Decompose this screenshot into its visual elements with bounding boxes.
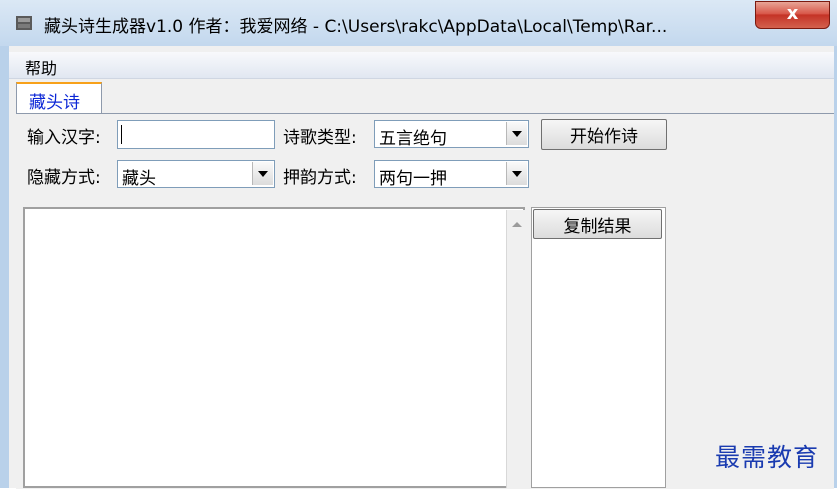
result-scrollbar[interactable]	[506, 210, 527, 488]
scroll-up-icon[interactable]	[512, 222, 522, 227]
app-icon	[16, 16, 32, 30]
hide-mode-value: 藏头	[122, 169, 156, 189]
close-icon: x	[786, 3, 799, 24]
hanzi-input[interactable]	[117, 120, 275, 149]
close-button[interactable]: x	[755, 1, 830, 29]
copy-result-button[interactable]: 复制结果	[533, 209, 662, 239]
side-panel	[531, 207, 666, 488]
watermark-text: 最需教育	[715, 443, 820, 472]
menu-bar: 帮助	[9, 52, 834, 79]
tab-label: 藏头诗	[29, 93, 80, 113]
hide-mode-label: 隐藏方式:	[27, 168, 101, 188]
chevron-down-icon[interactable]	[506, 162, 527, 185]
text-caret	[121, 125, 122, 144]
copy-result-label: 复制结果	[563, 217, 632, 237]
poem-type-select[interactable]: 五言绝句	[374, 120, 529, 149]
window-title: 藏头诗生成器v1.0 作者：我爱网络 - C:\Users\rakc\AppDa…	[44, 17, 668, 37]
hide-mode-select[interactable]: 藏头	[117, 160, 275, 189]
rhyme-label: 押韵方式:	[283, 168, 357, 188]
input-label: 输入汉字:	[27, 128, 101, 148]
title-bar[interactable]: 藏头诗生成器v1.0 作者：我爱网络 - C:\Users\rakc\AppDa…	[0, 0, 837, 46]
chevron-down-icon[interactable]	[252, 162, 273, 185]
menu-help[interactable]: 帮助	[22, 55, 60, 79]
rhyme-value: 两句一押	[379, 169, 447, 189]
poem-type-label: 诗歌类型:	[283, 128, 357, 148]
result-textarea[interactable]	[23, 207, 525, 488]
app-window: 藏头诗生成器v1.0 作者：我爱网络 - C:\Users\rakc\AppDa…	[0, 0, 837, 489]
tab-acrostic[interactable]: 藏头诗	[16, 82, 102, 114]
start-poem-label: 开始作诗	[570, 127, 638, 147]
rhyme-select[interactable]: 两句一押	[374, 160, 529, 189]
start-poem-button[interactable]: 开始作诗	[541, 119, 667, 150]
chevron-down-icon[interactable]	[506, 122, 527, 145]
poem-type-value: 五言绝句	[379, 129, 447, 149]
